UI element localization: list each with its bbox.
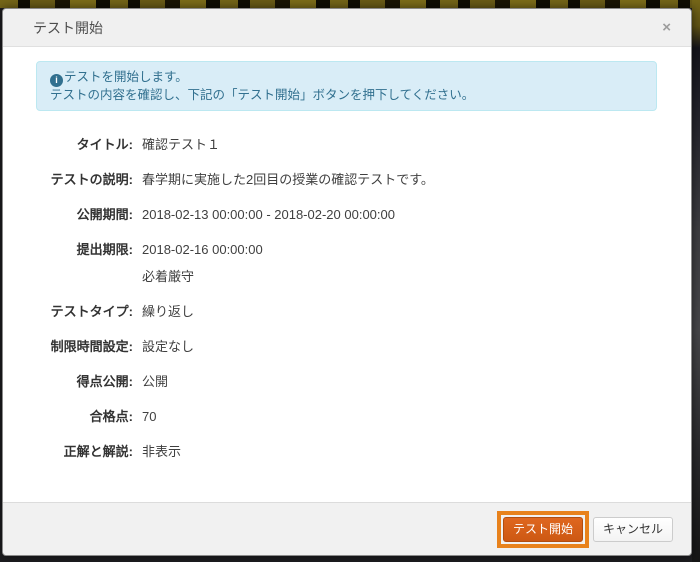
field-value-line: 公開 [142, 374, 169, 389]
field-value-line: 70 [142, 409, 157, 424]
info-alert-line2: テストの内容を確認し、下記の「テスト開始」ボタンを押下してください。 [50, 88, 475, 102]
field-value-line: 非表示 [142, 444, 182, 459]
field-row-time-limit: 制限時間設定: 設定なし [36, 338, 657, 356]
field-label-open-period: 公開期間: [76, 207, 133, 222]
field-label-answer-explanation: 正解と解説: [63, 444, 133, 459]
field-row-submit-deadline: 提出期限: 2018-02-16 00:00:00 必着厳守 [36, 241, 657, 286]
field-label-description: テストの説明: [50, 172, 133, 187]
field-label-score-publish: 得点公開: [76, 374, 133, 389]
field-label-time-limit: 制限時間設定: [50, 339, 133, 354]
field-value-submit-deadline: 2018-02-16 00:00:00 必着厳守 [142, 241, 263, 286]
test-details-list: タイトル: 確認テスト１ テストの説明: 春学期に実施した2回目の授業の確認テストです… [36, 136, 657, 461]
info-alert-line1: テストを開始します。 [64, 70, 188, 84]
dimmed-page-top-band [0, 0, 700, 8]
field-row-open-period: 公開期間: 2018-02-13 00:00:00 - 2018-02-20 00… [36, 206, 657, 224]
field-label-test-type: テストタイプ: [50, 304, 133, 319]
modal-header: テスト開始 × [3, 9, 691, 47]
info-alert-line1-wrap: i テストを開始します。 [50, 69, 643, 87]
field-row-answer-explanation: 正解と解説: 非表示 [36, 443, 657, 461]
field-value-line: 必着厳守 [142, 269, 195, 284]
field-value-title: 確認テスト１ [142, 136, 220, 154]
info-alert: i テストを開始します。 テストの内容を確認し、下記の「テスト開始」ボタンを押下し… [36, 61, 657, 111]
field-row-title: タイトル: 確認テスト１ [36, 136, 657, 154]
field-value-answer-explanation: 非表示 [142, 443, 181, 461]
field-value-line: 設定なし [142, 339, 195, 354]
test-start-modal: テスト開始 × i テストを開始します。 テストの内容を確認し、下記の「テスト開始… [2, 8, 692, 556]
field-value-line: 2018-02-13 00:00:00 - 2018-02-20 00:00:0… [142, 207, 395, 222]
field-value-line: 春学期に実施した2回目の授業の確認テストです。 [142, 172, 434, 187]
field-value-line: 2018-02-16 00:00:00 [142, 242, 263, 257]
modal-title: テスト開始 [33, 19, 103, 36]
field-value-description: 春学期に実施した2回目の授業の確認テストです。 [142, 171, 434, 189]
info-icon: i [50, 74, 63, 87]
field-value-test-type: 繰り返し [142, 303, 194, 321]
field-row-description: テストの説明: 春学期に実施した2回目の授業の確認テストです。 [36, 171, 657, 189]
field-row-test-type: テストタイプ: 繰り返し [36, 303, 657, 321]
modal-footer: テスト開始 キャンセル [3, 502, 691, 555]
field-row-score-publish: 得点公開: 公開 [36, 373, 657, 391]
field-label-title: タイトル: [76, 137, 133, 152]
cancel-button[interactable]: キャンセル [592, 516, 673, 542]
highlight-annotation-box: テスト開始 [496, 510, 589, 548]
field-row-passing-score: 合格点: 70 [36, 408, 657, 426]
close-icon[interactable]: × [658, 18, 675, 37]
dimmed-page-right-band [692, 0, 700, 562]
field-label-passing-score: 合格点: [89, 409, 133, 424]
field-value-open-period: 2018-02-13 00:00:00 - 2018-02-20 00:00:0… [142, 206, 395, 224]
modal-body: i テストを開始します。 テストの内容を確認し、下記の「テスト開始」ボタンを押下し… [3, 47, 691, 461]
field-value-line: 繰り返し [142, 304, 195, 319]
field-label-submit-deadline: 提出期限: [76, 242, 133, 257]
field-value-score-publish: 公開 [142, 373, 168, 391]
field-value-time-limit: 設定なし [142, 338, 194, 356]
field-value-line: 確認テスト１ [142, 137, 221, 152]
field-value-passing-score: 70 [142, 408, 156, 426]
test-start-button[interactable]: テスト開始 [502, 516, 583, 542]
